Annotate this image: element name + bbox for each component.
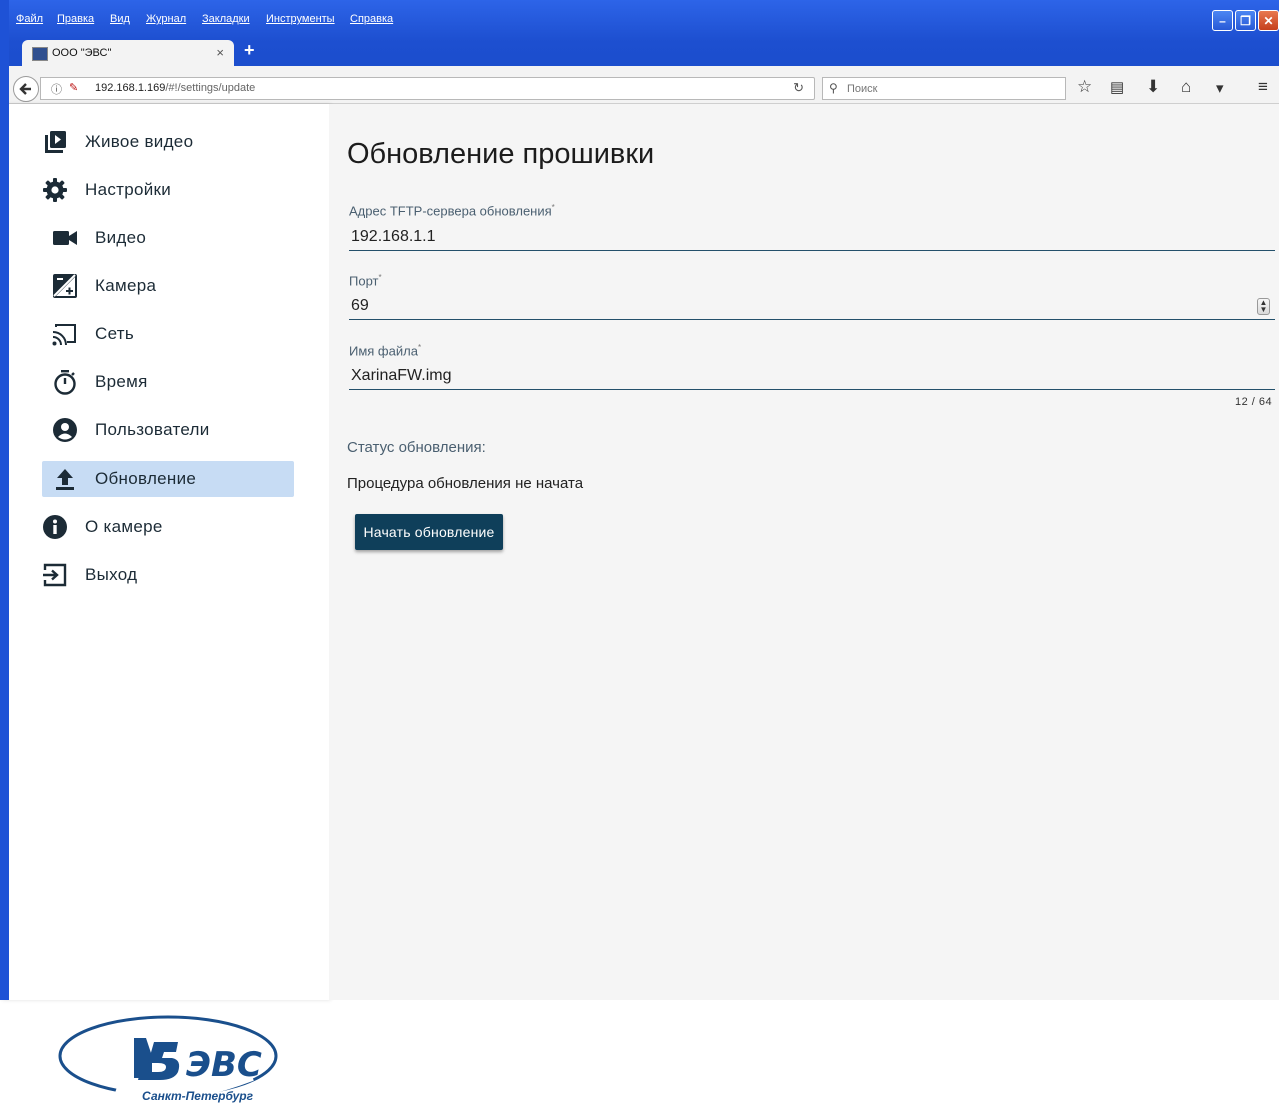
update-status-label: Статус обновления: — [347, 439, 486, 456]
sidebar-item-about-camera[interactable]: О камере — [42, 509, 163, 545]
download-icon[interactable]: ⬇ — [1146, 77, 1160, 97]
videocam-icon — [52, 225, 78, 251]
cast-icon — [52, 321, 78, 347]
browser-tab[interactable]: ООО "ЭВС" × — [22, 40, 234, 68]
live-video-icon — [42, 129, 68, 155]
main-content: Обновление прошивки Адрес TFTP-сервера о… — [329, 104, 1279, 1000]
home-icon[interactable]: ⌂ — [1181, 77, 1191, 97]
sidebar-item-network[interactable]: Сеть — [52, 316, 134, 352]
required-mark: * — [551, 203, 555, 212]
sidebar-item-label: Обновление — [95, 469, 197, 488]
url-bar[interactable]: ⓘ ✎ 192.168.1.169/#!/settings/update ↻ — [40, 77, 815, 100]
logo-text: ЭВС — [186, 1045, 262, 1085]
required-mark: * — [378, 273, 382, 282]
menu-icon[interactable]: ≡ — [1258, 77, 1268, 97]
url-host: 192.168.1.169 — [95, 82, 166, 94]
start-update-button[interactable]: Начать обновление — [355, 514, 503, 550]
back-button[interactable] — [13, 76, 39, 102]
gear-icon — [42, 177, 68, 203]
reading-list-icon[interactable]: ▤ — [1110, 78, 1124, 96]
menu-bar: Файл Правка Вид Журнал Закладки Инструме… — [0, 10, 1200, 30]
search-input[interactable] — [845, 79, 1059, 99]
sidebar-item-label: Пользователи — [95, 420, 210, 439]
tftp-server-label-text: Адрес TFTP-сервера обновления — [349, 203, 552, 219]
account-icon — [52, 417, 78, 443]
logo-caption: Санкт-Петербург — [142, 1089, 254, 1103]
url-text: 192.168.1.169/#!/settings/update — [95, 82, 255, 94]
sidebar-item-label: Сеть — [95, 324, 135, 343]
update-status-text: Процедура обновления не начата — [347, 475, 584, 492]
menu-file[interactable]: Файл — [16, 13, 43, 25]
company-logo: ЭВС Санкт-Петербург — [56, 1012, 280, 1104]
sidebar-item-logout[interactable]: Выход — [42, 557, 137, 593]
menu-view[interactable]: Вид — [110, 13, 130, 25]
sidebar-item-camera[interactable]: Камера — [52, 268, 156, 304]
new-tab-button[interactable]: + — [244, 40, 255, 61]
pocket-icon[interactable]: ▾ — [1216, 79, 1224, 97]
sidebar-item-label: Камера — [95, 276, 157, 295]
sidebar-item-time[interactable]: Время — [52, 364, 148, 400]
page-title: Обновление прошивки — [347, 138, 655, 170]
sidebar-item-live-video[interactable]: Живое видео — [42, 124, 193, 160]
window-controls: – ❐ ✕ — [1212, 10, 1279, 34]
window-frame-edge — [0, 0, 9, 1000]
sidebar-item-label: Настройки — [85, 180, 172, 199]
stepper-down-icon[interactable]: ▼ — [1260, 305, 1268, 314]
back-arrow-icon — [19, 83, 31, 95]
search-icon: ⚲ — [829, 81, 838, 95]
close-window-button[interactable]: ✕ — [1258, 10, 1279, 31]
favicon-icon — [32, 47, 48, 61]
filename-label: Имя файла* — [349, 343, 421, 358]
sidebar-item-label: Выход — [85, 565, 138, 584]
menu-tools[interactable]: Инструменты — [266, 13, 335, 25]
sidebar-item-label: Живое видео — [85, 132, 194, 151]
filename-label-text: Имя файла — [349, 343, 418, 359]
star-icon[interactable]: ☆ — [1077, 77, 1092, 97]
exposure-icon — [52, 273, 78, 299]
sidebar-item-label: Видео — [95, 228, 147, 247]
close-tab-icon[interactable]: × — [216, 45, 224, 60]
exit-icon — [42, 562, 68, 588]
sidebar-item-update[interactable]: Обновление — [42, 461, 294, 497]
port-stepper[interactable]: ▲ ▼ — [1257, 298, 1270, 315]
timer-icon — [52, 369, 78, 395]
menu-bookmarks[interactable]: Закладки — [202, 13, 250, 25]
upload-icon — [52, 466, 78, 492]
sidebar-item-settings[interactable]: Настройки — [42, 172, 171, 208]
port-label: Порт* — [349, 273, 382, 288]
minimize-button[interactable]: – — [1212, 10, 1233, 31]
browser-chrome: Файл Правка Вид Журнал Закладки Инструме… — [0, 0, 1279, 104]
tab-strip: ООО "ЭВС" × + — [0, 38, 1279, 68]
info-icon — [42, 514, 68, 540]
filename-input[interactable] — [349, 362, 1275, 390]
sidebar-item-label: О камере — [85, 517, 163, 536]
search-box[interactable]: ⚲ — [822, 77, 1066, 100]
navigation-toolbar: ⓘ ✎ 192.168.1.169/#!/settings/update ↻ ⚲… — [0, 66, 1279, 104]
sidebar: Живое видео Настройки Видео Камера Сеть … — [0, 104, 329, 1103]
url-path: /#!/settings/update — [165, 82, 256, 94]
port-label-text: Порт — [349, 273, 379, 289]
menu-edit[interactable]: Правка — [57, 13, 94, 25]
sidebar-item-label: Время — [95, 372, 148, 391]
maximize-button[interactable]: ❐ — [1235, 10, 1256, 31]
insecure-lock-icon[interactable]: ✎ — [69, 81, 78, 94]
site-info-icon[interactable]: ⓘ — [51, 81, 62, 97]
required-mark: * — [417, 343, 422, 352]
sidebar-item-users[interactable]: Пользователи — [52, 412, 210, 448]
filename-char-counter: 12 / 64 — [1235, 396, 1273, 408]
tftp-server-input[interactable] — [349, 223, 1275, 251]
tftp-server-label: Адрес TFTP-сервера обновления* — [349, 203, 555, 218]
menu-help[interactable]: Справка — [350, 13, 393, 25]
tab-title: ООО "ЭВС" — [52, 47, 112, 59]
sidebar-item-video[interactable]: Видео — [52, 220, 146, 256]
port-input[interactable] — [349, 292, 1275, 320]
reload-icon[interactable]: ↻ — [793, 80, 804, 96]
menu-history[interactable]: Журнал — [146, 13, 186, 25]
